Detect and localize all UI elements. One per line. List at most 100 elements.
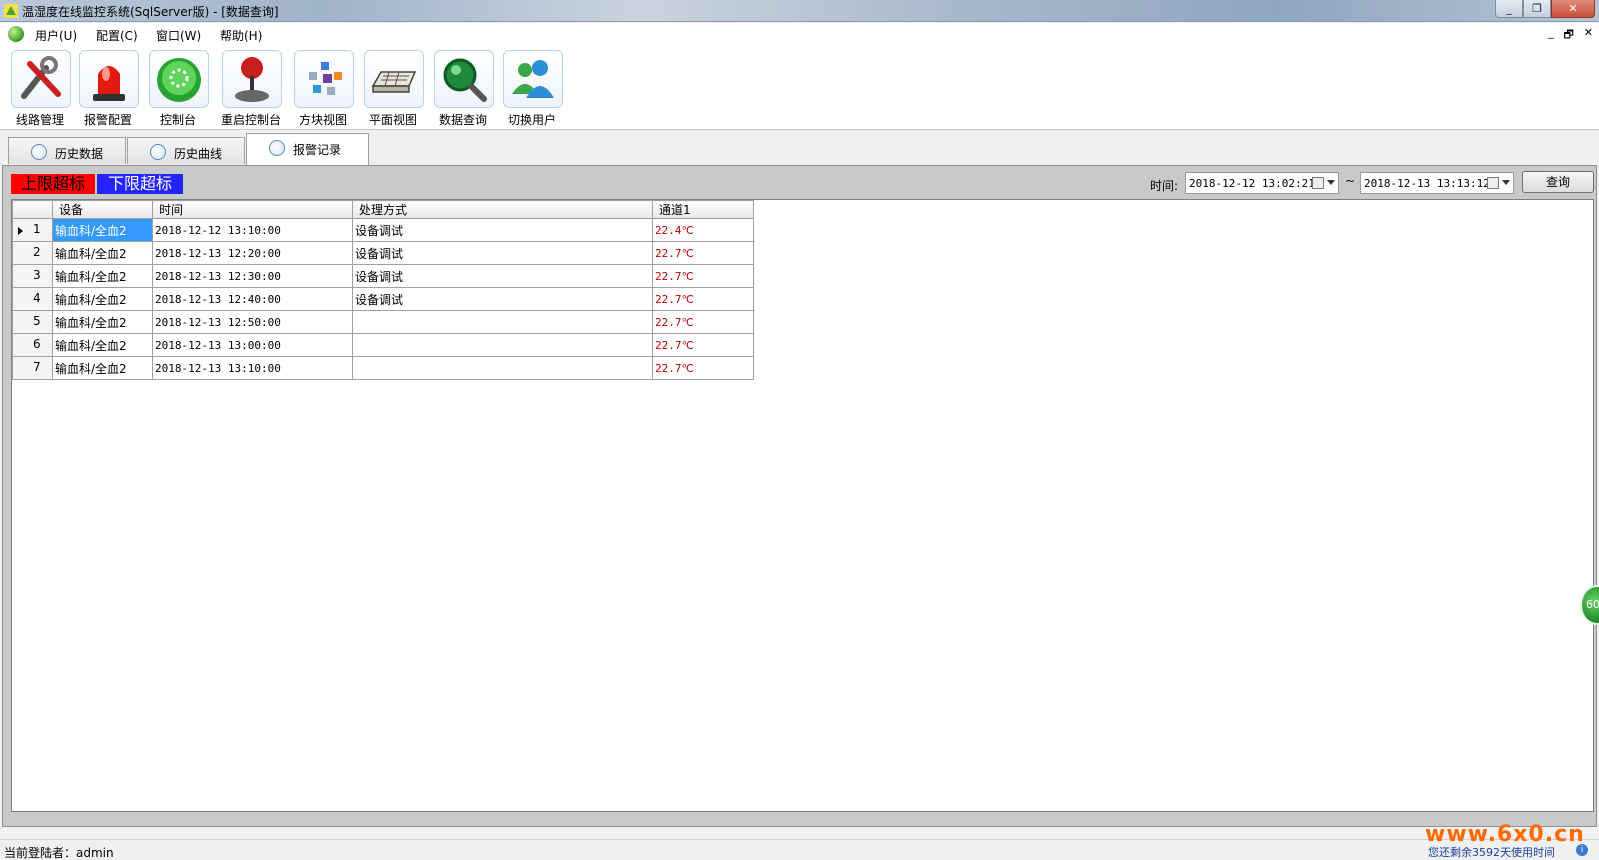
alarm-grid[interactable]: 设备 时间 处理方式 通道1 1 输血科/全血2 2018-12-12 13:1… — [11, 199, 1594, 812]
row-header[interactable]: 3 — [12, 264, 53, 288]
cell-time[interactable]: 2018-12-13 12:20:00 — [152, 241, 353, 265]
cell-time[interactable]: 2018-12-13 13:10:00 — [152, 356, 353, 380]
toolbar: 线路管理 报警配置 控制台 重启控制台 方块视图 平面视图 数据查询 切换用户 — [0, 45, 1599, 130]
current-user-label: 当前登陆者：admin — [4, 846, 114, 860]
cell-time[interactable]: 2018-12-12 13:10:00 — [152, 218, 353, 242]
cell-time[interactable]: 2018-12-13 12:40:00 — [152, 287, 353, 311]
cell-handling[interactable]: 设备调试 — [352, 287, 653, 311]
tool-line-management[interactable]: 线路管理 — [8, 48, 72, 128]
tool-data-query[interactable]: 数据查询 — [431, 48, 495, 128]
tab-strip: 历史数据 历史曲线 报警记录 — [0, 131, 1599, 165]
watermark: www.6x0.cn — [1425, 822, 1585, 847]
cell-channel1[interactable]: 22.7℃ — [652, 287, 754, 311]
mdi-minimize-button[interactable]: _ — [1548, 26, 1554, 45]
cell-device[interactable]: 输血科/全血2 — [52, 333, 153, 357]
cell-channel1[interactable]: 22.4℃ — [652, 218, 754, 242]
cell-time[interactable]: 2018-12-13 12:50:00 — [152, 310, 353, 334]
table-row[interactable]: 6 输血科/全血2 2018-12-13 13:00:00 22.7℃ — [12, 333, 754, 357]
start-time-picker[interactable]: 2018-12-12 13:02:21 — [1185, 172, 1339, 194]
tab-history-curve[interactable]: 历史曲线 — [127, 137, 245, 164]
cell-channel1[interactable]: 22.7℃ — [652, 356, 754, 380]
column-header-device[interactable]: 设备 — [52, 200, 153, 219]
column-header-time[interactable]: 时间 — [152, 200, 353, 219]
table-row[interactable]: 1 输血科/全血2 2018-12-12 13:10:00 设备调试 22.4℃ — [12, 218, 754, 242]
row-header[interactable]: 2 — [12, 241, 53, 265]
table-row[interactable]: 4 输血科/全血2 2018-12-13 12:40:00 设备调试 22.7℃ — [12, 287, 754, 311]
alarm-records-panel: 上限超标 下限超标 时间: 2018-12-12 13:02:21 ~ 2018… — [2, 165, 1597, 827]
menu-config[interactable]: 配置(C) — [96, 27, 138, 44]
joystick-icon — [222, 50, 282, 108]
minimize-button[interactable]: _ — [1495, 0, 1523, 18]
row-header[interactable]: 5 — [12, 310, 53, 334]
magnifier-icon — [434, 50, 494, 108]
cell-device[interactable]: 输血科/全血2 — [52, 287, 153, 311]
floor-plan-icon — [364, 50, 424, 108]
row-header[interactable]: 6 — [12, 333, 53, 357]
time-label: 时间: — [1150, 179, 1179, 193]
green-start-button-icon — [149, 50, 209, 108]
tool-alarm-config[interactable]: 报警配置 — [76, 48, 140, 128]
tool-block-view[interactable]: 方块视图 — [291, 48, 355, 128]
row-header[interactable]: 4 — [12, 287, 53, 311]
cell-channel1[interactable]: 22.7℃ — [652, 241, 754, 265]
end-time-picker[interactable]: 2018-12-13 13:13:12 — [1360, 172, 1514, 194]
current-row-indicator-icon — [18, 227, 23, 235]
mdi-restore-button[interactable]: 🗗 — [1563, 26, 1573, 45]
table-row[interactable]: 7 输血科/全血2 2018-12-13 13:10:00 22.7℃ — [12, 356, 754, 380]
cell-channel1[interactable]: 22.7℃ — [652, 264, 754, 288]
table-row[interactable]: 2 输血科/全血2 2018-12-13 12:20:00 设备调试 22.7℃ — [12, 241, 754, 265]
cell-device[interactable]: 输血科/全血2 — [52, 218, 153, 242]
tool-floor-view[interactable]: 平面视图 — [361, 48, 425, 128]
cell-handling[interactable]: 设备调试 — [352, 218, 653, 242]
tool-console[interactable]: 控制台 — [146, 48, 210, 128]
alarm-table: 设备 时间 处理方式 通道1 1 输血科/全血2 2018-12-12 13:1… — [12, 200, 754, 380]
tab-alarm-records[interactable]: 报警记录 — [246, 133, 369, 165]
cell-channel1[interactable]: 22.7℃ — [652, 333, 754, 357]
cell-time[interactable]: 2018-12-13 13:00:00 — [152, 333, 353, 357]
cell-handling[interactable]: 设备调试 — [352, 241, 653, 265]
title-bar: 温湿度在线监控系统(SqlServer版) - [数据查询] _ ❐ ✕ — [0, 0, 1599, 22]
calendar-icon — [1312, 177, 1324, 189]
menu-user[interactable]: 用户(U) — [35, 27, 77, 44]
app-logo-icon — [8, 26, 24, 42]
chevron-down-icon[interactable] — [1327, 180, 1335, 185]
query-button[interactable]: 查询 — [1522, 171, 1594, 193]
cell-handling[interactable] — [352, 310, 653, 334]
cell-device[interactable]: 输血科/全血2 — [52, 241, 153, 265]
calendar-icon — [1487, 177, 1499, 189]
status-bar: 当前登陆者：admin 您还剩余3592天使用时间 — [0, 839, 1599, 860]
cell-channel1[interactable]: 22.7℃ — [652, 310, 754, 334]
search-icon — [150, 144, 166, 160]
tools-icon — [11, 50, 71, 108]
table-row[interactable]: 5 输血科/全血2 2018-12-13 12:50:00 22.7℃ — [12, 310, 754, 334]
menu-help[interactable]: 帮助(H) — [220, 27, 262, 44]
cell-handling[interactable] — [352, 356, 653, 380]
legend-lower-limit: 下限超标 — [97, 174, 183, 194]
cell-device[interactable]: 输血科/全血2 — [52, 356, 153, 380]
column-header-handling[interactable]: 处理方式 — [352, 200, 653, 219]
chevron-down-icon[interactable] — [1502, 180, 1510, 185]
tool-restart-console[interactable]: 重启控制台 — [219, 48, 283, 128]
mdi-close-button[interactable]: ✕ — [1584, 26, 1593, 45]
column-header-channel1[interactable]: 通道1 — [652, 200, 754, 219]
block-view-icon — [294, 50, 354, 108]
cell-handling[interactable]: 设备调试 — [352, 264, 653, 288]
search-icon — [31, 144, 47, 160]
users-icon — [503, 50, 563, 108]
cell-time[interactable]: 2018-12-13 12:30:00 — [152, 264, 353, 288]
table-header-row: 设备 时间 处理方式 通道1 — [12, 200, 754, 219]
row-header[interactable]: 7 — [12, 356, 53, 380]
row-header-corner — [12, 200, 53, 219]
legend-upper-limit: 上限超标 — [11, 174, 95, 194]
menu-window[interactable]: 窗口(W) — [156, 27, 201, 44]
range-separator: ~ — [1345, 174, 1356, 188]
cell-device[interactable]: 输血科/全血2 — [52, 264, 153, 288]
table-row[interactable]: 3 输血科/全血2 2018-12-13 12:30:00 设备调试 22.7℃ — [12, 264, 754, 288]
restore-button[interactable]: ❐ — [1523, 0, 1551, 18]
tool-switch-user[interactable]: 切换用户 — [500, 48, 564, 128]
cell-handling[interactable] — [352, 333, 653, 357]
row-header[interactable]: 1 — [12, 218, 53, 242]
tab-history-data[interactable]: 历史数据 — [8, 137, 126, 164]
cell-device[interactable]: 输血科/全血2 — [52, 310, 153, 334]
close-button[interactable]: ✕ — [1551, 0, 1595, 18]
